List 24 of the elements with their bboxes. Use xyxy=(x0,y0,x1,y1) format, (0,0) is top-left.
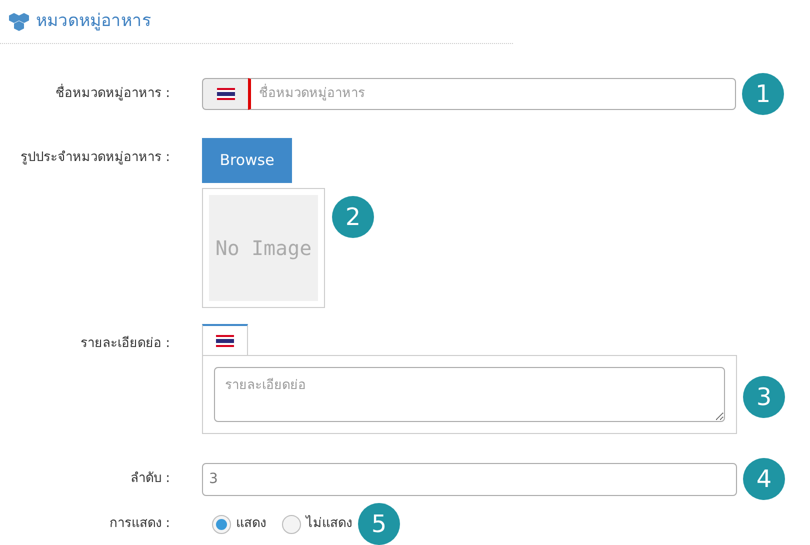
radio-label: แสดง xyxy=(236,515,266,534)
step-number-badge: 3 xyxy=(743,376,785,418)
step-number-badge: 4 xyxy=(743,458,785,500)
description-textarea[interactable]: รายละเอียดย่อ xyxy=(214,367,725,422)
field-label: การแสดง : xyxy=(108,515,170,534)
browse-button[interactable]: Browse xyxy=(202,138,292,183)
field-label: รายละเอียดย่อ : xyxy=(79,334,170,353)
thai-flag-icon xyxy=(216,88,234,100)
step-number-badge: 5 xyxy=(358,503,400,545)
cubes-icon xyxy=(8,12,30,30)
page-title: หมวดหมู่อาหาร xyxy=(36,10,151,33)
radio-button[interactable] xyxy=(212,514,231,534)
step-number-badge: 1 xyxy=(742,73,784,115)
field-label: รูปประจำหมวดหมู่อาหาร : xyxy=(19,149,170,167)
order-input-field[interactable]: 3 xyxy=(202,462,737,496)
no-image-text: No Image xyxy=(215,235,312,262)
radio-button[interactable] xyxy=(282,514,301,534)
field-label: ชื่อหมวดหมู่อาหาร : xyxy=(0,84,170,104)
name-input-field[interactable]: ชื่อหมวดหมู่อาหาร xyxy=(248,78,736,110)
field-label: ลำดับ : xyxy=(129,470,170,488)
language-tab[interactable] xyxy=(202,324,248,356)
radio-label: ไม่แสดง xyxy=(306,514,352,534)
thai-flag-icon xyxy=(216,335,234,347)
step-number-badge: 2 xyxy=(332,196,374,238)
